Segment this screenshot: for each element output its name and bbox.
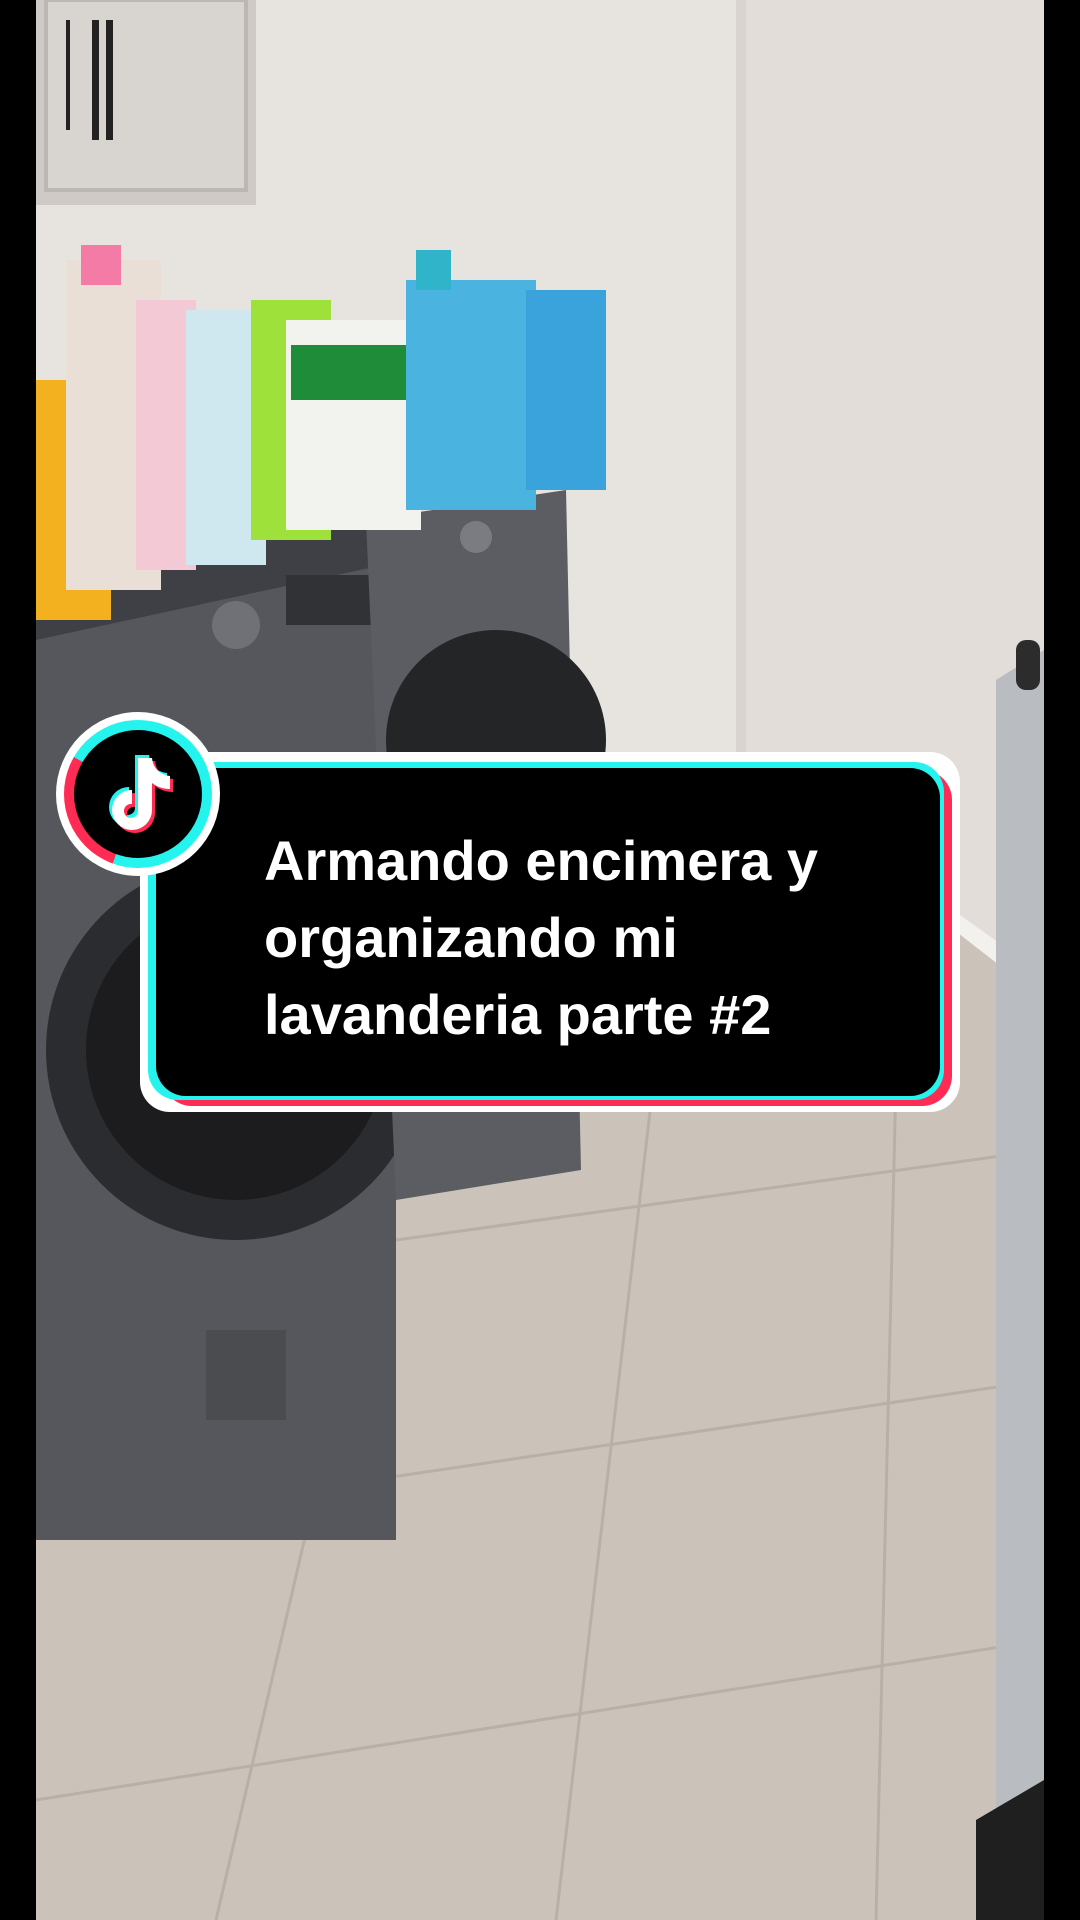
tiktok-note-icon: [109, 755, 173, 833]
caption-line-3: lavanderia parte #2: [264, 983, 772, 1046]
caption-card: Armando encimera y organizando mi lavand…: [140, 752, 960, 1112]
caption-line-2: organizando mi: [264, 906, 678, 969]
tiktok-logo-icon: [56, 712, 220, 876]
caption-line-1: Armando encimera y: [264, 829, 818, 892]
caption-text: Armando encimera y organizando mi lavand…: [264, 822, 924, 1053]
video-frame: Armando encimera y organizando mi lavand…: [0, 0, 1080, 1920]
